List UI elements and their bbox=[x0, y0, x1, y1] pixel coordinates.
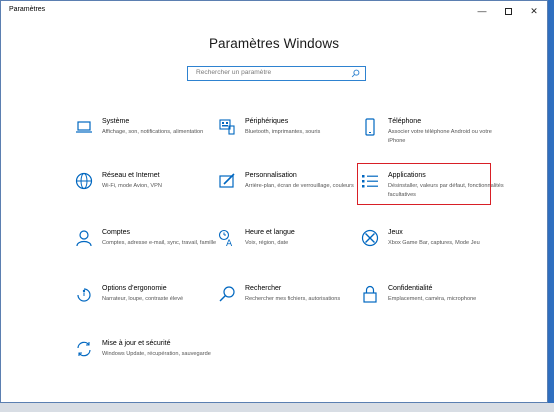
paint-icon bbox=[218, 172, 236, 190]
tile-title: Comptes bbox=[102, 229, 131, 236]
applications-highlight-box bbox=[357, 163, 491, 205]
phone-icon bbox=[361, 118, 379, 136]
tile-title: Téléphone bbox=[388, 118, 422, 125]
tile-title: Jeux bbox=[388, 229, 403, 236]
person-icon bbox=[75, 229, 93, 247]
page-title: Paramètres Windows bbox=[208, 36, 340, 51]
minimize-button[interactable]: — bbox=[469, 1, 495, 21]
tile-confidentialite[interactable]: Confidentialité Emplacement, caméra, mic… bbox=[361, 285, 511, 329]
tile-title: Rechercher bbox=[245, 285, 282, 292]
tile-mise-a-jour[interactable]: Mise à jour et sécurité Windows Update, … bbox=[75, 340, 225, 384]
svg-text:A: A bbox=[226, 239, 233, 247]
globe-icon bbox=[75, 172, 93, 190]
maximize-icon bbox=[504, 8, 512, 16]
tile-title: Personnalisation bbox=[245, 172, 297, 179]
tile-telephone[interactable]: Téléphone Associer votre téléphone Andro… bbox=[361, 118, 511, 162]
tile-title: Confidentialité bbox=[388, 285, 433, 292]
tile-comptes[interactable]: Comptes Comptes, adresse e-mail, sync, t… bbox=[75, 229, 225, 273]
tile-title: Périphériques bbox=[245, 118, 289, 125]
tile-peripheriques[interactable]: Périphériques Bluetooth, imprimantes, so… bbox=[218, 118, 368, 162]
search-icon bbox=[351, 69, 360, 78]
maximize-button[interactable] bbox=[495, 1, 521, 21]
tile-description: Rechercher mes fichiers, autorisations bbox=[245, 296, 341, 302]
tile-description: Windows Update, récupération, sauvegarde bbox=[102, 351, 211, 357]
tile-description: Arrière-plan, écran de verrouillage, cou… bbox=[245, 183, 354, 189]
tile-description: Xbox Game Bar, captures, Mode Jeu bbox=[388, 240, 480, 246]
tile-jeux[interactable]: Jeux Xbox Game Bar, captures, Mode Jeu bbox=[361, 229, 511, 273]
search-placeholder: Rechercher un paramètre bbox=[196, 69, 272, 76]
close-button[interactable]: ✕ bbox=[521, 1, 547, 21]
tile-personnalisation[interactable]: Personnalisation Arrière-plan, écran de … bbox=[218, 172, 368, 216]
tile-description: Narrateur, loupe, contraste élevé bbox=[102, 296, 184, 302]
lock-icon bbox=[361, 285, 379, 303]
time-language-icon: A bbox=[218, 229, 236, 247]
xbox-icon bbox=[361, 229, 379, 247]
tile-title: Heure et langue bbox=[245, 229, 295, 236]
ease-of-access-icon bbox=[75, 285, 93, 303]
update-icon bbox=[75, 340, 93, 358]
laptop-icon bbox=[75, 118, 93, 136]
tile-description: Bluetooth, imprimantes, souris bbox=[245, 129, 321, 135]
title-bar: Paramètres — ✕ bbox=[1, 1, 547, 23]
tile-heure-langue[interactable]: A Heure et langue Voix, région, date bbox=[218, 229, 368, 273]
tile-ergonomie[interactable]: Options d’ergonomie Narrateur, loupe, co… bbox=[75, 285, 225, 329]
tile-systeme[interactable]: Système Affichage, son, notifications, a… bbox=[75, 118, 225, 162]
tile-description: Associer votre téléphone Android ou votr… bbox=[388, 129, 492, 144]
settings-window: Paramètres — ✕ Paramètres Windows Recher… bbox=[0, 0, 548, 403]
tile-description: Wi-Fi, mode Avion, VPN bbox=[102, 183, 162, 189]
tile-description: Voix, région, date bbox=[245, 240, 289, 246]
tile-title: Réseau et Internet bbox=[102, 172, 160, 179]
search-input[interactable]: Rechercher un paramètre bbox=[187, 66, 366, 81]
tile-title: Système bbox=[102, 118, 130, 125]
taskbar bbox=[0, 403, 554, 412]
tile-reseau[interactable]: Réseau et Internet Wi-Fi, mode Avion, VP… bbox=[75, 172, 225, 216]
tile-title: Mise à jour et sécurité bbox=[102, 340, 171, 347]
tile-title: Options d’ergonomie bbox=[102, 285, 167, 292]
tile-description: Emplacement, caméra, microphone bbox=[388, 296, 477, 302]
tile-description: Comptes, adresse e-mail, sync, travail, … bbox=[102, 240, 217, 246]
tile-rechercher[interactable]: Rechercher Rechercher mes fichiers, auto… bbox=[218, 285, 368, 329]
tile-description: Affichage, son, notifications, alimentat… bbox=[102, 129, 204, 135]
keyboard-icon bbox=[218, 118, 236, 136]
search-icon bbox=[218, 285, 236, 303]
window-title: Paramètres bbox=[9, 6, 46, 13]
